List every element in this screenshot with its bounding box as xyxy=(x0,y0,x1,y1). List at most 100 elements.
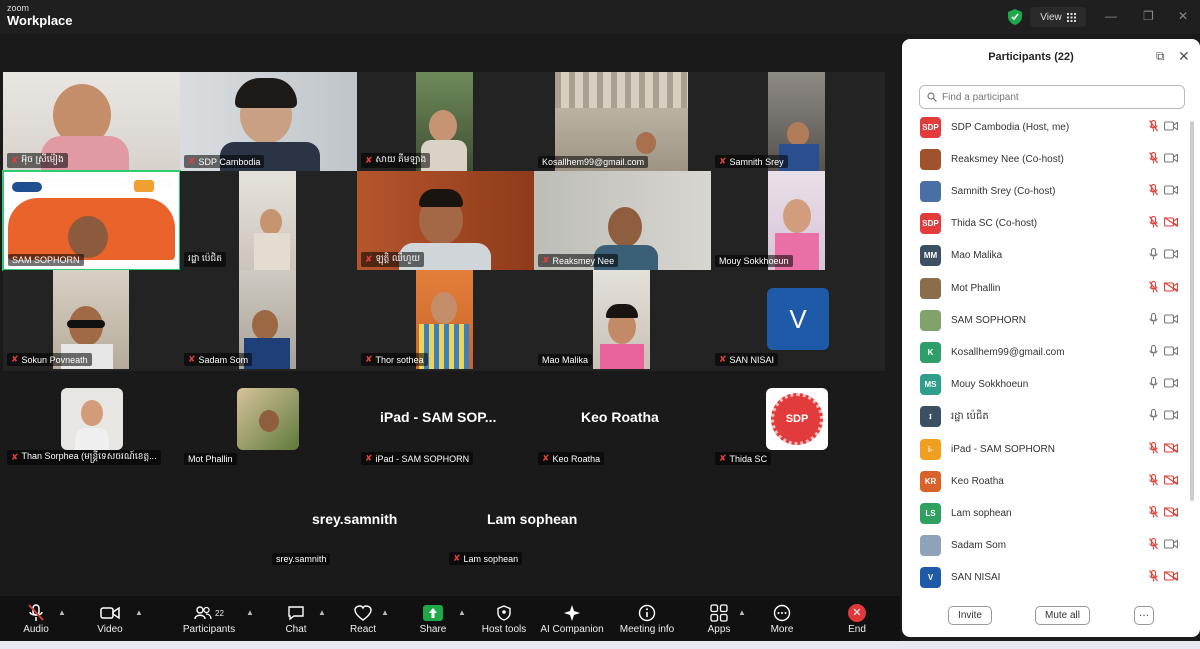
video-tile[interactable]: srey.samnith srey.samnith xyxy=(268,471,445,568)
video-tile[interactable]: Lam sophean ✘ Lam sophean xyxy=(445,471,622,568)
camera-off-icon[interactable] xyxy=(1160,571,1182,584)
participants-button[interactable]: 22 Participants xyxy=(181,602,237,635)
end-meeting-button[interactable]: ✕ End xyxy=(843,602,871,635)
camera-icon[interactable] xyxy=(1160,314,1182,327)
video-tile[interactable]: ✘ អ៊ុច ស្រីម៉ៀង xyxy=(3,72,180,171)
camera-off-icon[interactable] xyxy=(1160,281,1182,295)
video-tile[interactable]: ✘ Sokun Povneath xyxy=(3,270,180,369)
host-tools-button[interactable]: Host tools xyxy=(481,602,527,635)
video-tile[interactable]: ✘ ឡុត្តិ ឈីហួយ xyxy=(357,171,534,270)
view-button[interactable]: View xyxy=(1030,7,1086,27)
camera-icon[interactable] xyxy=(1160,185,1182,198)
participant-row[interactable]: រ រដ្ឋា ប៉េជិត xyxy=(920,405,1182,429)
maximize-icon[interactable]: ❐ xyxy=(1143,9,1154,23)
video-tile[interactable]: Kosallhem99@gmail.com xyxy=(534,72,711,171)
camera-icon[interactable] xyxy=(1160,346,1182,359)
participant-row[interactable]: Samnith Srey (Co-host) xyxy=(920,179,1182,203)
more-button[interactable]: More xyxy=(768,602,796,635)
mic-muted-icon[interactable] xyxy=(1146,473,1160,489)
apps-options-caret[interactable]: ▲ xyxy=(738,608,746,617)
mic-muted-icon[interactable] xyxy=(1146,570,1160,585)
popout-icon[interactable]: ⧉ xyxy=(1156,49,1165,64)
mic-icon[interactable] xyxy=(1146,344,1160,360)
participant-row[interactable]: V SAN NISAI xyxy=(920,566,1182,590)
video-button[interactable]: Video xyxy=(94,602,126,635)
camera-off-icon[interactable] xyxy=(1160,217,1182,230)
share-button[interactable]: Share xyxy=(418,602,448,635)
share-options-caret[interactable]: ▲ xyxy=(458,608,466,617)
mic-muted-icon[interactable] xyxy=(1146,280,1160,296)
participant-row[interactable]: Mot Phallin xyxy=(920,276,1182,300)
chat-options-caret[interactable]: ▲ xyxy=(318,608,326,617)
encryption-shield-icon[interactable] xyxy=(1008,9,1022,25)
camera-off-icon[interactable] xyxy=(1160,474,1182,488)
video-tile[interactable]: ✘ សាយ គីមឡាង xyxy=(357,72,534,171)
video-tile[interactable]: ✘ Samnith Srey xyxy=(711,72,885,171)
camera-icon[interactable] xyxy=(1160,153,1182,166)
mic-muted-icon[interactable] xyxy=(1146,183,1160,199)
mic-muted-icon[interactable] xyxy=(1146,119,1160,135)
ai-companion-button[interactable]: AI Companion xyxy=(540,602,604,635)
close-window-icon[interactable]: ✕ xyxy=(1178,9,1188,23)
camera-off-icon[interactable] xyxy=(1160,506,1182,520)
audio-options-caret[interactable]: ▲ xyxy=(58,608,66,617)
participants-options-caret[interactable]: ▲ xyxy=(246,608,254,617)
active-speaker-tile[interactable]: SAM SOPHORN xyxy=(2,170,181,271)
video-tile[interactable]: V ✘ SAN NISAI xyxy=(711,270,885,369)
camera-icon[interactable] xyxy=(1160,249,1182,262)
video-tile[interactable]: SDP ✘ Thida SC xyxy=(711,371,885,468)
participant-row[interactable]: KR Keo Roatha xyxy=(920,469,1182,493)
search-input[interactable]: Find a participant xyxy=(919,85,1185,109)
participant-row[interactable]: Reaksmey Nee (Co-host) xyxy=(920,147,1182,171)
mute-all-button[interactable]: Mute all xyxy=(1035,606,1090,625)
chat-button[interactable]: Chat xyxy=(282,602,310,635)
camera-icon xyxy=(100,602,120,624)
video-options-caret[interactable]: ▲ xyxy=(135,608,143,617)
video-tile[interactable]: ✘ Thor sothea xyxy=(357,270,534,369)
participant-row[interactable]: Sadam Som xyxy=(920,534,1182,558)
participant-row[interactable]: SDP Thida SC (Co-host) xyxy=(920,212,1182,236)
video-tile[interactable]: Keo Roatha ✘ Keo Roatha xyxy=(534,371,711,468)
minimize-icon[interactable]: — xyxy=(1105,9,1117,23)
participant-row[interactable]: SAM SOPHORN xyxy=(920,308,1182,332)
react-options-caret[interactable]: ▲ xyxy=(381,608,389,617)
video-tile[interactable]: Mao Malika xyxy=(534,270,711,369)
mic-muted-icon[interactable] xyxy=(1146,216,1160,231)
invite-button[interactable]: Invite xyxy=(948,606,992,625)
camera-icon[interactable] xyxy=(1160,410,1182,423)
mic-icon[interactable] xyxy=(1146,409,1160,424)
more-options-button[interactable]: ··· xyxy=(1134,606,1154,625)
camera-icon[interactable] xyxy=(1160,539,1182,552)
participant-row[interactable]: LS Lam sophean xyxy=(920,501,1182,525)
participant-row[interactable]: SDP SDP Cambodia (Host, me) xyxy=(920,115,1182,139)
scrollbar[interactable] xyxy=(1190,121,1194,501)
mic-muted-icon[interactable] xyxy=(1146,441,1160,457)
video-tile[interactable]: ✘ Reaksmey Nee xyxy=(534,171,711,270)
meeting-info-button[interactable]: Meeting info xyxy=(618,602,676,635)
audio-button[interactable]: Audio xyxy=(20,602,52,635)
apps-button[interactable]: Apps xyxy=(705,602,733,635)
video-tile[interactable]: ✘ Than Sorphea (មន្ត្រីទេសចរណ៍ខេត្ត... xyxy=(3,371,180,468)
video-tile[interactable]: ✘ Sadam Som xyxy=(180,270,357,369)
participant-row[interactable]: MS Mouy Sokkhoeun xyxy=(920,373,1182,397)
mic-muted-icon[interactable] xyxy=(1146,505,1160,521)
participant-row[interactable]: K Kosallhem99@gmail.com xyxy=(920,340,1182,364)
video-tile[interactable]: Mot Phallin xyxy=(180,371,357,468)
participant-row[interactable]: MM Mao Malika xyxy=(920,244,1182,268)
camera-icon[interactable] xyxy=(1160,120,1182,134)
react-button[interactable]: React xyxy=(349,602,377,635)
participant-row[interactable]: i-iPad - SAM SOPHORN xyxy=(920,437,1182,461)
mic-muted-icon[interactable] xyxy=(1146,151,1160,167)
mic-icon[interactable] xyxy=(1146,312,1160,328)
info-icon xyxy=(638,602,656,624)
video-tile[interactable]: Mouy Sokkhoeun xyxy=(711,171,885,270)
close-panel-icon[interactable]: ✕ xyxy=(1178,48,1190,65)
video-tile[interactable]: ✘ SDP Cambodia xyxy=(180,72,357,171)
mic-icon[interactable] xyxy=(1146,248,1160,263)
mic-icon[interactable] xyxy=(1146,377,1160,392)
camera-icon[interactable] xyxy=(1160,378,1182,391)
camera-off-icon[interactable] xyxy=(1160,442,1182,456)
video-tile[interactable]: រដ្ឋា ប៉េជិត xyxy=(180,171,357,270)
video-tile[interactable]: iPad - SAM SOP... ✘ iPad - SAM SOPHORN xyxy=(357,371,534,468)
mic-muted-icon[interactable] xyxy=(1146,538,1160,553)
